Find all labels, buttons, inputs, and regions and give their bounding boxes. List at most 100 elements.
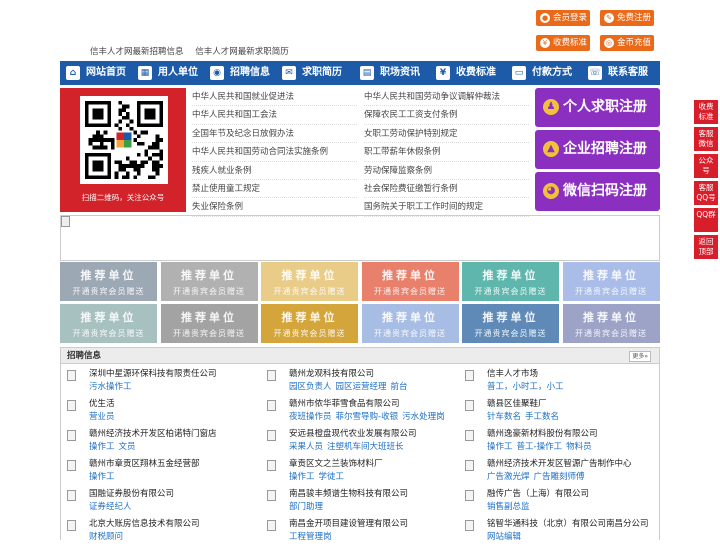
recommend-tile[interactable]: 推荐单位 开通贵宾会员赠送 [160, 304, 258, 343]
company-name[interactable]: 赣州龙观科技有限公司 [289, 368, 374, 381]
job-position-link[interactable]: 财税顾问 [89, 532, 123, 542]
latest-jobs-link[interactable]: 信丰人才网最新招聘信息 [90, 47, 184, 57]
job-position-link[interactable]: 广告激光焊 [487, 472, 530, 482]
recommend-tile[interactable]: 推荐单位 开通贵宾会员赠送 [60, 262, 157, 301]
job-position-link[interactable]: 操作工 [289, 472, 315, 482]
recommend-tile[interactable]: 推荐单位 开通贵宾会员赠送 [261, 262, 358, 301]
company-name[interactable]: 信丰人才市场 [487, 368, 538, 381]
job-position-link[interactable]: 操作工 [89, 472, 115, 482]
job-position-link[interactable]: 学徒工 [319, 472, 345, 482]
nav-item-4[interactable]: ▤ 职场资讯 [354, 61, 430, 85]
register-button-0[interactable]: ♟ 个人求职注册 [535, 88, 660, 127]
sidebar-item-2[interactable]: 公众号 [694, 154, 718, 178]
register-button-1[interactable]: ▲ 企业招聘注册 [535, 130, 660, 169]
law-link[interactable]: 职工带薪年休假条例 [364, 143, 529, 162]
company-name[interactable]: 南昌金开项目建设管理有限公司 [289, 518, 408, 531]
law-link[interactable]: 中华人民共和国劳动合同法实施条例 [192, 143, 357, 162]
sidebar-item-0[interactable]: 收费标准 [694, 100, 718, 124]
job-position-link[interactable]: 前台 [391, 382, 408, 392]
company-name[interactable]: 赣州经济技术开发区智源广告制作中心 [487, 458, 632, 471]
sidebar-item-1[interactable]: 客服微信 [694, 127, 718, 151]
recommend-tile[interactable]: 推荐单位 开通贵宾会员赠送 [60, 304, 157, 343]
job-position-link[interactable]: 普工，小时工，小工 [487, 382, 564, 392]
header-button-2[interactable]: ¥ 收费标准 [536, 35, 590, 51]
law-link[interactable]: 中华人民共和国工会法 [192, 106, 357, 125]
job-position-link[interactable]: 手工数名 [525, 412, 559, 422]
recommend-tile[interactable]: 推荐单位 开通贵宾会员赠送 [361, 262, 459, 301]
job-position-link[interactable]: 普工-操作工 [517, 442, 563, 452]
job-position-link[interactable]: 污水处理岗 [402, 412, 445, 422]
nav-item-2[interactable]: ◉ 招聘信息 [204, 61, 276, 85]
job-position-link[interactable]: 污水操作工 [89, 382, 132, 392]
more-link[interactable]: 更多» [629, 351, 651, 362]
law-link[interactable]: 社会保险费征缴暂行条例 [364, 180, 529, 199]
job-position-link[interactable]: 证券经纪人 [89, 502, 132, 512]
job-position-link[interactable]: 园区负责人 [289, 382, 332, 392]
law-link[interactable]: 全国年节及纪念日放假办法 [192, 125, 357, 144]
law-link[interactable]: 禁止使用童工规定 [192, 180, 357, 199]
header-button-0[interactable]: ● 会员登录 [536, 10, 590, 26]
company-name[interactable]: 赣州经济技术开发区柏诺特门窗店 [89, 428, 217, 441]
job-position-link[interactable]: 针车数名 [487, 412, 521, 422]
law-link[interactable]: 劳动保障监察条例 [364, 162, 529, 180]
company-name[interactable]: 南昌骏丰频谱生物科技有限公司 [289, 488, 408, 501]
nav-item-5[interactable]: ¥ 收费标准 [430, 61, 506, 85]
law-link[interactable]: 中华人民共和国劳动争议调解仲裁法 [364, 88, 529, 107]
banner-ad[interactable] [60, 215, 660, 261]
sidebar-item-3[interactable]: 客服QQ号 [694, 181, 718, 205]
recommend-tile[interactable]: 推荐单位 开通贵宾会员赠送 [462, 304, 559, 343]
latest-resumes-link[interactable]: 信丰人才网最新求职简历 [195, 47, 289, 57]
law-link[interactable]: 中华人民共和国就业促进法 [192, 88, 357, 107]
law-link[interactable]: 保障农民工工资支付条例 [364, 106, 529, 125]
job-position-link[interactable]: 营业员 [89, 412, 115, 422]
job-position-link[interactable]: 采果人员 [289, 442, 323, 452]
recommend-tile[interactable]: 推荐单位 开通贵宾会员赠送 [361, 304, 459, 343]
job-position-link[interactable]: 部门助理 [289, 502, 323, 512]
recommend-tile[interactable]: 推荐单位 开通贵宾会员赠送 [462, 262, 559, 301]
recommend-subtitle: 开通贵宾会员赠送 [173, 329, 245, 338]
nav-item-3[interactable]: ✉ 求职简历 [276, 61, 354, 85]
job-position-link[interactable]: 物料员 [566, 442, 592, 452]
company-name[interactable]: 安远县橙盘现代农业发展有限公司 [289, 428, 417, 441]
law-link[interactable]: 女职工劳动保护特别规定 [364, 125, 529, 144]
job-position-link[interactable]: 网站编辑 [487, 532, 521, 542]
recommend-tile[interactable]: 推荐单位 开通贵宾会员赠送 [562, 304, 660, 343]
company-name[interactable]: 章贡区文之兰装饰材料厂 [289, 458, 383, 471]
company-name[interactable]: 赣州市侬华菲雪食品有限公司 [289, 398, 400, 411]
job-position-link[interactable]: 注塑机车间大班班长 [327, 442, 404, 452]
law-link[interactable]: 残疾人就业条例 [192, 162, 357, 180]
company-name[interactable]: 优生活 [89, 398, 115, 411]
law-link[interactable]: 失业保险条例 [192, 198, 357, 217]
company-name[interactable]: 深圳中星源环保科技有限责任公司 [89, 368, 217, 381]
nav-item-0[interactable]: ⌂ 网站首页 [60, 61, 132, 85]
recommend-tile[interactable]: 推荐单位 开通贵宾会员赠送 [562, 262, 660, 301]
job-position-link[interactable]: 销售副总监 [487, 502, 530, 512]
company-name[interactable]: 铭智华通科技（北京）有限公司南昌分公司 [487, 518, 649, 531]
header-button-1[interactable]: ✎ 免费注册 [600, 10, 654, 26]
recommend-tile[interactable]: 推荐单位 开通贵宾会员赠送 [261, 304, 358, 343]
job-position-link[interactable]: 夜班操作员 [289, 412, 332, 422]
company-name[interactable]: 赣县区佳聚鞋厂 [487, 398, 547, 411]
recommend-tile[interactable]: 推荐单位 开通贵宾会员赠送 [160, 262, 258, 301]
company-name[interactable]: 赣州市章贡区翔林五金经营部 [89, 458, 200, 471]
register-button-2[interactable]: ◕ 微信扫码注册 [535, 172, 660, 211]
nav-item-1[interactable]: ▦ 用人单位 [132, 61, 204, 85]
job-position-link[interactable]: 工程管理岗 [289, 532, 332, 542]
jobs-title: 招聘信息 [67, 351, 102, 361]
law-link[interactable]: 国务院关于职工工作时间的规定 [364, 198, 529, 217]
header-button-3[interactable]: ◎ 金币充值 [600, 35, 654, 51]
job-position-link[interactable]: 广告雕刻师傅 [534, 472, 585, 482]
company-name[interactable]: 北京大账房信息技术有限公司 [89, 518, 200, 531]
sidebar-item-5[interactable]: 返回顶部 [694, 235, 718, 259]
nav-item-6[interactable]: ▭ 付款方式 [506, 61, 582, 85]
job-position-link[interactable]: 操作工 [487, 442, 513, 452]
sidebar-item-4[interactable]: QQ群 [694, 208, 718, 232]
company-name[interactable]: 赣州逸豪新材料股份有限公司 [487, 428, 598, 441]
job-position-link[interactable]: 文员 [119, 442, 136, 452]
job-position-link[interactable]: 菲尔雪导购-收银 [336, 412, 399, 422]
company-name[interactable]: 融传广告（上海）有限公司 [487, 488, 589, 501]
company-name[interactable]: 国融证券股份有限公司 [89, 488, 174, 501]
job-position-link[interactable]: 操作工 [89, 442, 115, 452]
nav-item-7[interactable]: ☏ 联系客服 [582, 61, 660, 85]
job-position-link[interactable]: 园区运营经理 [336, 382, 387, 392]
